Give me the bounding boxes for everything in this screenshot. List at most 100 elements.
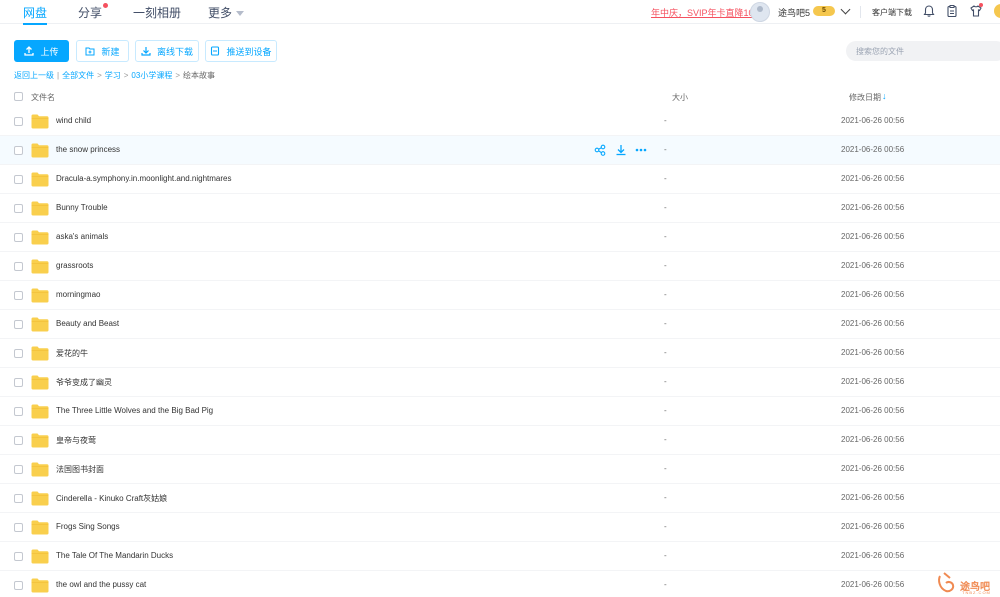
clipboard-icon[interactable] — [945, 4, 959, 18]
download-icon[interactable] — [615, 144, 627, 156]
row-checkbox[interactable] — [14, 494, 23, 503]
row-checkbox[interactable] — [14, 320, 23, 329]
folder-icon — [31, 317, 49, 332]
column-name-header[interactable]: 文件名 — [31, 92, 55, 103]
file-size: - — [664, 174, 667, 183]
coin-icon[interactable] — [994, 4, 1000, 18]
breadcrumb-primary-courses[interactable]: 03小学课程 — [131, 71, 172, 80]
tab-album[interactable]: 一刻相册 — [133, 4, 181, 22]
table-row[interactable]: Dracula-a.symphony.in.moonlight.and.nigh… — [0, 165, 1000, 194]
table-row[interactable]: 皇帝与夜莺 - 2021-06-26 00:56 — [0, 426, 1000, 455]
file-date: 2021-06-26 00:56 — [841, 319, 905, 328]
file-name[interactable]: the snow princess — [56, 145, 120, 154]
search-input[interactable] — [846, 41, 1000, 61]
select-all-checkbox[interactable] — [14, 92, 23, 101]
row-checkbox[interactable] — [14, 204, 23, 213]
table-row[interactable]: morningmao - 2021-06-26 00:56 — [0, 281, 1000, 310]
row-checkbox[interactable] — [14, 233, 23, 242]
chevron-down-icon — [236, 11, 245, 17]
row-checkbox[interactable] — [14, 378, 23, 387]
new-button[interactable]: 新建 — [76, 40, 129, 62]
row-checkbox[interactable] — [14, 436, 23, 445]
chevron-down-icon[interactable] — [840, 4, 851, 15]
folder-icon — [31, 114, 49, 129]
file-name[interactable]: Dracula-a.symphony.in.moonlight.and.nigh… — [56, 174, 232, 183]
row-checkbox[interactable] — [14, 523, 23, 532]
file-name[interactable]: Beauty and Beast — [56, 319, 119, 328]
file-size: - — [664, 116, 667, 125]
file-name[interactable]: The Tale Of The Mandarin Ducks — [56, 551, 173, 560]
file-name[interactable]: morningmao — [56, 290, 100, 299]
file-size: - — [664, 551, 667, 560]
table-row[interactable]: The Three Little Wolves and the Big Bad … — [0, 397, 1000, 426]
upload-button[interactable]: 上传 — [14, 40, 69, 62]
folder-icon — [31, 462, 49, 477]
folder-icon — [31, 201, 49, 216]
new-folder-icon — [85, 47, 95, 56]
tab-netdisk[interactable]: 网盘 — [23, 4, 48, 25]
file-name[interactable]: Cinderella - Kinuko Craft灰姑娘 — [56, 493, 167, 504]
column-size-header[interactable]: 大小 — [672, 92, 688, 103]
file-size: - — [664, 406, 667, 415]
row-checkbox[interactable] — [14, 146, 23, 155]
table-row[interactable]: 爱花的牛 - 2021-06-26 00:56 — [0, 339, 1000, 368]
table-row[interactable]: The Tale Of The Mandarin Ducks - 2021-06-2… — [0, 542, 1000, 571]
file-size: - — [664, 522, 667, 531]
file-name[interactable]: 皇帝与夜莺 — [56, 435, 96, 446]
row-checkbox[interactable] — [14, 465, 23, 474]
tab-more[interactable]: 更多 — [208, 4, 245, 22]
table-row[interactable]: Beauty and Beast - 2021-06-26 00:56 — [0, 310, 1000, 339]
promo-link[interactable]: 年中庆，SVIP年卡直降100 — [651, 6, 759, 19]
tab-share-label: 分享 — [78, 6, 103, 20]
row-checkbox[interactable] — [14, 581, 23, 590]
new-label: 新建 — [101, 46, 120, 57]
more-icon[interactable] — [635, 144, 647, 156]
tab-share[interactable]: 分享 — [78, 3, 109, 22]
row-checkbox[interactable] — [14, 407, 23, 416]
offline-download-button[interactable]: 离线下载 — [135, 40, 199, 62]
folder-icon — [31, 549, 49, 564]
column-date-header[interactable]: 修改日期 — [849, 92, 881, 103]
file-date: 2021-06-26 00:56 — [841, 435, 905, 444]
file-name[interactable]: Bunny Trouble — [56, 203, 108, 212]
row-checkbox[interactable] — [14, 349, 23, 358]
file-name[interactable]: 爷爷变成了幽灵 — [56, 377, 112, 388]
file-name[interactable]: aska's animals — [56, 232, 108, 241]
row-checkbox[interactable] — [14, 262, 23, 271]
file-name[interactable]: The Three Little Wolves and the Big Bad … — [56, 406, 213, 415]
row-checkbox[interactable] — [14, 117, 23, 126]
file-name[interactable]: the owl and the pussy cat — [56, 580, 146, 589]
file-size: - — [664, 348, 667, 357]
row-checkbox[interactable] — [14, 175, 23, 184]
table-row[interactable]: wind child - 2021-06-26 00:56 — [0, 107, 1000, 136]
client-download-link[interactable]: 客户端下载 — [872, 7, 912, 18]
table-row[interactable]: 法国图书封面 - 2021-06-26 00:56 — [0, 455, 1000, 484]
table-row[interactable]: aska's animals - 2021-06-26 00:56 — [0, 223, 1000, 252]
file-name[interactable]: grassroots — [56, 261, 93, 270]
back-link[interactable]: 返回上一级 — [14, 71, 54, 80]
folder-icon — [31, 375, 49, 390]
file-name[interactable]: wind child — [56, 116, 91, 125]
file-name[interactable]: 法国图书封面 — [56, 464, 104, 475]
table-row[interactable]: 爷爷变成了幽灵 - 2021-06-26 00:56 — [0, 368, 1000, 397]
push-to-device-button[interactable]: 推送到设备 — [205, 40, 277, 62]
table-row[interactable]: the owl and the pussy cat - 2021-06-26 00:… — [0, 571, 1000, 597]
file-date: 2021-06-26 00:56 — [841, 145, 905, 154]
table-row[interactable]: the snow princess - 2021-06-26 00:56 — [0, 136, 1000, 165]
table-row[interactable]: Bunny Trouble - 2021-06-26 00:56 — [0, 194, 1000, 223]
file-name[interactable]: 爱花的牛 — [56, 348, 88, 359]
row-checkbox[interactable] — [14, 291, 23, 300]
table-row[interactable]: Frogs Sing Songs - 2021-06-26 00:56 — [0, 513, 1000, 542]
breadcrumb-study[interactable]: 学习 — [105, 71, 121, 80]
file-size: - — [664, 493, 667, 502]
file-name[interactable]: Frogs Sing Songs — [56, 522, 120, 531]
sort-desc-icon[interactable]: ↓ — [882, 91, 887, 101]
breadcrumb-all-files[interactable]: 全部文件 — [62, 71, 94, 80]
table-row[interactable]: grassroots - 2021-06-26 00:56 — [0, 252, 1000, 281]
bell-icon[interactable] — [922, 4, 936, 18]
table-row[interactable]: Cinderella - Kinuko Craft灰姑娘 - 2021-06-26 … — [0, 484, 1000, 513]
share-icon[interactable] — [594, 144, 606, 156]
row-checkbox[interactable] — [14, 552, 23, 561]
avatar[interactable] — [750, 2, 770, 22]
username[interactable]: 途鸟吧5 — [778, 6, 810, 19]
